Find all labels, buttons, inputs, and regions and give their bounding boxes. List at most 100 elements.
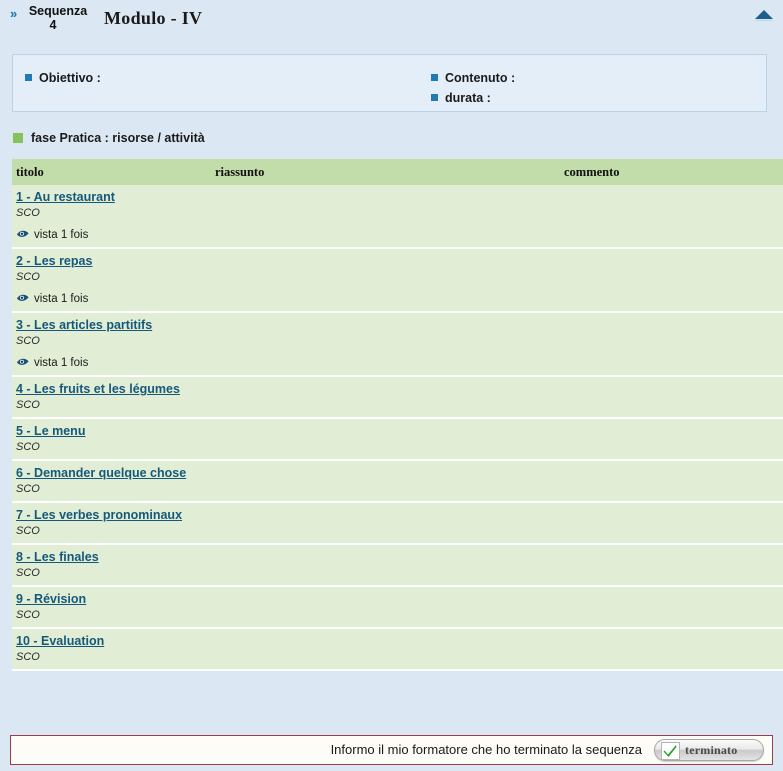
double-chevron-right-icon: » xyxy=(10,6,17,21)
cell-commento xyxy=(560,544,783,587)
terminato-button[interactable]: terminato xyxy=(654,739,764,761)
table-row: 1 - Au restaurant SCO vista 1 fois xyxy=(12,185,783,249)
resource-link[interactable]: 7 - Les verbes pronominaux xyxy=(16,508,182,522)
table-row: 8 - Les finales SCO xyxy=(12,544,783,587)
phase-title: fase Pratica : risorse / attività xyxy=(13,131,205,145)
phase-title-label: fase Pratica : risorse / attività xyxy=(31,131,205,145)
cell-titolo: 4 - Les fruits et les légumes SCO xyxy=(12,376,211,419)
column-header-riassunto: riassunto xyxy=(211,159,560,185)
resource-link[interactable]: 2 - Les repas xyxy=(16,254,92,268)
terminato-button-label: terminato xyxy=(685,743,738,757)
duration-row: durata : xyxy=(431,88,515,108)
cell-titolo: 2 - Les repas SCO vista 1 fois xyxy=(12,248,211,313)
resource-type: SCO xyxy=(16,525,40,537)
resource-seen-label: vista 1 fois xyxy=(34,229,89,241)
cell-riassunto xyxy=(211,248,560,313)
resources-table: titolo riassunto commento 1 - Au restaur… xyxy=(12,159,783,671)
page-title: Modulo - IV xyxy=(104,8,203,28)
cell-riassunto xyxy=(211,628,560,671)
resource-seen-status: vista 1 fois xyxy=(16,229,207,241)
cell-riassunto xyxy=(211,502,560,545)
cell-commento xyxy=(560,460,783,503)
column-header-titolo: titolo xyxy=(12,159,211,185)
sequence-block: » Sequenza 4 xyxy=(10,4,96,32)
resource-seen-label: vista 1 fois xyxy=(34,357,89,369)
cell-titolo: 10 - Evaluation SCO xyxy=(12,628,211,671)
completion-bar: Informo il mio formatore che ho terminat… xyxy=(10,735,773,765)
objective-column-left: Obiettivo : xyxy=(25,68,101,88)
resource-type: SCO xyxy=(16,609,40,621)
objective-label: Obiettivo : xyxy=(39,71,101,85)
resource-link[interactable]: 6 - Demander quelque chose xyxy=(16,466,186,480)
eye-icon xyxy=(16,229,30,239)
table-row: 10 - Evaluation SCO xyxy=(12,628,783,671)
table-row: 7 - Les verbes pronominaux SCO xyxy=(12,502,783,545)
completion-message: Informo il mio formatore che ho terminat… xyxy=(330,742,642,757)
cell-titolo: 9 - Révision SCO xyxy=(12,586,211,629)
resource-link[interactable]: 5 - Le menu xyxy=(16,424,85,438)
collapse-up-arrow-icon[interactable] xyxy=(753,8,775,22)
square-bullet-green-icon xyxy=(13,133,23,143)
resource-type: SCO xyxy=(16,399,40,411)
cell-titolo: 5 - Le menu SCO xyxy=(12,418,211,461)
resource-link[interactable]: 8 - Les finales xyxy=(16,550,99,564)
cell-titolo: 1 - Au restaurant SCO vista 1 fois xyxy=(12,185,211,249)
cell-riassunto xyxy=(211,376,560,419)
cell-riassunto xyxy=(211,544,560,587)
cell-commento xyxy=(560,185,783,249)
resource-link[interactable]: 9 - Révision xyxy=(16,592,86,606)
page-header: » Sequenza 4 Modulo - IV xyxy=(0,0,783,42)
cell-titolo: 6 - Demander quelque chose SCO xyxy=(12,460,211,503)
resource-type: SCO xyxy=(16,441,40,453)
cell-commento xyxy=(560,248,783,313)
resource-link[interactable]: 4 - Les fruits et les légumes xyxy=(16,382,180,396)
resource-type: SCO xyxy=(16,567,40,579)
duration-label: durata : xyxy=(445,91,491,105)
sequence-number: 4 xyxy=(49,18,57,32)
green-check-icon xyxy=(661,742,680,760)
resources-table-body: 1 - Au restaurant SCO vista 1 fois 2 - Les … xyxy=(12,185,783,671)
resource-type: SCO xyxy=(16,271,40,283)
sequence-label: Sequenza xyxy=(28,4,88,18)
cell-titolo: 3 - Les articles partitifs SCO vista 1 foi… xyxy=(12,312,211,377)
resource-link[interactable]: 10 - Evaluation xyxy=(16,634,104,648)
cell-riassunto xyxy=(211,185,560,249)
resource-type: SCO xyxy=(16,207,40,219)
cell-commento xyxy=(560,502,783,545)
resource-type: SCO xyxy=(16,483,40,495)
cell-commento xyxy=(560,376,783,419)
cell-riassunto xyxy=(211,460,560,503)
cell-riassunto xyxy=(211,418,560,461)
resource-seen-status: vista 1 fois xyxy=(16,293,207,305)
table-row: 5 - Le menu SCO xyxy=(12,418,783,461)
cell-riassunto xyxy=(211,312,560,377)
eye-icon xyxy=(16,293,30,303)
resource-link[interactable]: 1 - Au restaurant xyxy=(16,190,115,204)
table-row: 4 - Les fruits et les légumes SCO xyxy=(12,376,783,419)
objective-column-right: Contenuto : durata : xyxy=(431,68,515,108)
cell-commento xyxy=(560,628,783,671)
resource-type: SCO xyxy=(16,335,40,347)
square-bullet-icon xyxy=(431,74,438,81)
cell-commento xyxy=(560,312,783,377)
objective-row: Obiettivo : xyxy=(25,68,101,88)
table-row: 3 - Les articles partitifs SCO vista 1 foi… xyxy=(12,312,783,377)
square-bullet-icon xyxy=(25,74,32,81)
resource-link[interactable]: 3 - Les articles partitifs xyxy=(16,318,152,332)
cell-commento xyxy=(560,418,783,461)
column-header-commento: commento xyxy=(560,159,783,185)
square-bullet-icon xyxy=(431,94,438,101)
cell-commento xyxy=(560,586,783,629)
objective-panel: Obiettivo : Contenuto : durata : xyxy=(12,54,767,112)
resource-seen-status: vista 1 fois xyxy=(16,357,207,369)
eye-icon xyxy=(16,357,30,367)
resource-type: SCO xyxy=(16,651,40,663)
table-row: 9 - Révision SCO xyxy=(12,586,783,629)
cell-riassunto xyxy=(211,586,560,629)
resource-seen-label: vista 1 fois xyxy=(34,293,89,305)
table-row: 6 - Demander quelque chose SCO xyxy=(12,460,783,503)
cell-titolo: 8 - Les finales SCO xyxy=(12,544,211,587)
content-row: Contenuto : xyxy=(431,68,515,88)
cell-titolo: 7 - Les verbes pronominaux SCO xyxy=(12,502,211,545)
table-row: 2 - Les repas SCO vista 1 fois xyxy=(12,248,783,313)
